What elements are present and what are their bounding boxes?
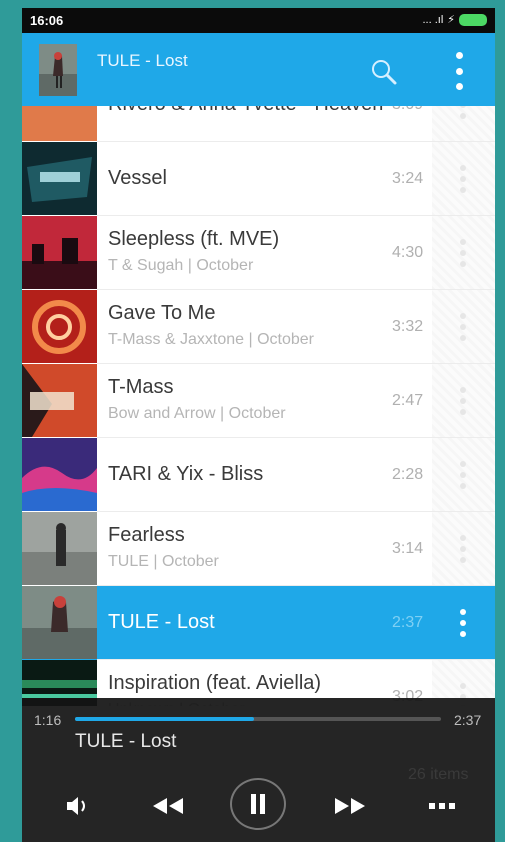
track-title: T-Mass xyxy=(108,376,174,398)
track-subtitle: T-Mass & Jaxxtone | October xyxy=(108,331,315,348)
next-button[interactable] xyxy=(330,778,370,834)
more-vert-icon[interactable] xyxy=(458,461,468,489)
total-time: 2:37 xyxy=(454,712,482,728)
status-bar: 16:06 ... .ıl ⚡ xyxy=(22,8,495,33)
album-art xyxy=(22,586,97,659)
track-row[interactable]: Fearless TULE | October 3:14 xyxy=(22,512,495,586)
track-duration: 3:14 xyxy=(392,540,424,557)
more-options-button[interactable] xyxy=(422,778,462,834)
more-vert-icon[interactable] xyxy=(450,52,468,90)
track-duration: 3:24 xyxy=(392,170,424,187)
fast-forward-icon xyxy=(335,798,365,814)
more-vert-icon[interactable] xyxy=(458,535,468,563)
album-art xyxy=(22,216,97,289)
track-row[interactable]: Sleepless (ft. MVE) T & Sugah | October 4:… xyxy=(22,216,495,290)
track-title: Vessel xyxy=(108,167,167,189)
album-art xyxy=(22,290,97,363)
track-duration: 2:37 xyxy=(392,614,424,631)
track-title: TULE - Lost xyxy=(108,611,215,633)
track-title: Sleepless (ft. MVE) xyxy=(108,228,280,250)
volume-button[interactable] xyxy=(58,778,98,834)
album-art xyxy=(22,142,97,215)
current-time: 1:16 xyxy=(34,712,62,728)
playback-controls xyxy=(22,778,495,834)
track-title: TARI & Yix - Bliss xyxy=(108,463,264,485)
track-duration: 3:32 xyxy=(392,318,424,335)
signal-icon: ... .ıl xyxy=(422,13,444,26)
seek-bar[interactable] xyxy=(75,717,441,721)
phone-screen: 16:06 ... .ıl ⚡ TULE - Lost Rivero & Ann… xyxy=(22,8,495,842)
toolbar-title: TULE - Lost xyxy=(97,51,188,70)
battery-icon xyxy=(459,13,487,26)
track-duration: 2:47 xyxy=(392,392,424,409)
play-pause-button[interactable] xyxy=(230,778,286,830)
album-art xyxy=(22,364,97,437)
track-title: Fearless xyxy=(108,524,185,546)
track-duration: 4:30 xyxy=(392,244,424,261)
track-list: Rivero & Anna Yvette - Heaven 3:09 Vessel 3… xyxy=(22,106,495,706)
more-horiz-icon xyxy=(429,803,455,809)
album-art-thumbnail[interactable] xyxy=(39,44,77,96)
pause-icon xyxy=(251,794,265,814)
more-vert-icon[interactable] xyxy=(458,609,468,637)
track-row[interactable]: Gave To Me T-Mass & Jaxxtone | October 3:3… xyxy=(22,290,495,364)
more-vert-icon[interactable] xyxy=(458,313,468,341)
track-duration: 2:28 xyxy=(392,466,424,483)
seek-bar-fill xyxy=(75,717,255,721)
track-subtitle: Bow and Arrow | October xyxy=(108,405,286,422)
previous-button[interactable] xyxy=(148,778,188,834)
album-art xyxy=(22,438,97,511)
more-vert-icon[interactable] xyxy=(458,106,468,119)
volume-icon xyxy=(67,797,85,815)
track-title: Gave To Me xyxy=(108,302,216,324)
album-art xyxy=(22,512,97,585)
track-title: Rivero & Anna Yvette - Heaven xyxy=(108,106,383,116)
now-playing-title: TULE - Lost xyxy=(75,731,177,752)
track-row[interactable]: Vessel 3:24 xyxy=(22,142,495,216)
charging-icon: ⚡ xyxy=(447,14,455,26)
track-row[interactable]: TARI & Yix - Bliss 2:28 xyxy=(22,438,495,512)
track-subtitle: TULE | October xyxy=(108,553,219,570)
track-row[interactable]: Rivero & Anna Yvette - Heaven 3:09 xyxy=(22,106,495,142)
more-vert-icon[interactable] xyxy=(458,387,468,415)
more-vert-icon[interactable] xyxy=(458,239,468,267)
rewind-icon xyxy=(153,798,183,814)
track-duration: 3:09 xyxy=(392,106,423,114)
now-playing-bar: 1:16 2:37 TULE - Lost 26 items xyxy=(22,698,495,842)
track-title: Inspiration (feat. Aviella) xyxy=(108,672,322,694)
more-vert-icon[interactable] xyxy=(458,165,468,193)
track-row[interactable]: T-Mass Bow and Arrow | October 2:47 xyxy=(22,364,495,438)
track-row[interactable]: TULE - Lost 2:37 xyxy=(22,586,495,660)
track-subtitle: T & Sugah | October xyxy=(108,257,254,274)
search-icon[interactable] xyxy=(369,57,399,87)
status-time: 16:06 xyxy=(30,13,64,28)
status-icons: ... .ıl ⚡ xyxy=(422,13,487,26)
album-art xyxy=(22,106,97,141)
toolbar: TULE - Lost xyxy=(22,33,495,106)
